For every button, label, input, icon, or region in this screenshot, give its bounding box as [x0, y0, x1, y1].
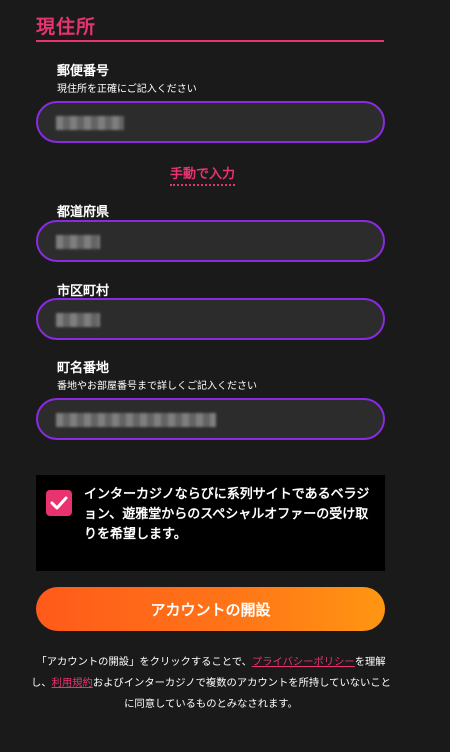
consent-checkbox[interactable] [46, 490, 72, 516]
postal-code-redacted-value [56, 116, 124, 130]
manual-entry-link[interactable]: 手動で入力 [170, 163, 236, 186]
consent-box: インターカジノならびに系列サイトであるベラジョン、遊雅堂からのスペシャルオファー… [36, 475, 385, 571]
street-hint: 番地やお部屋番号まで詳しくご記入ください [57, 381, 257, 392]
street-redacted-value [56, 413, 216, 427]
terms-link[interactable]: 利用規約 [52, 677, 93, 689]
notice-text-1: 「アカウントの開設」をクリックすることで、 [36, 656, 252, 668]
privacy-policy-link[interactable]: プライバシーポリシー [252, 656, 355, 668]
open-account-button[interactable]: アカウントの開設 [36, 587, 385, 631]
consent-text: インターカジノならびに系列サイトであるベラジョン、遊雅堂からのスペシャルオファー… [84, 487, 370, 542]
city-label: 市区町村 [57, 284, 110, 299]
notice-text-3: およびインターカジノで複数のアカウントを所持していないことに同意しているものとみ… [92, 677, 391, 710]
street-label: 町名番地 [57, 361, 110, 376]
prefecture-redacted-value [56, 235, 100, 249]
postal-code-hint: 現住所を正確にご記入ください [57, 84, 197, 95]
section-title: 現住所 [36, 16, 97, 38]
checkmark-icon [50, 496, 68, 510]
prefecture-input[interactable] [36, 220, 385, 262]
prefecture-label: 都道府県 [57, 205, 110, 220]
postal-code-input[interactable] [36, 101, 385, 143]
city-input[interactable] [36, 298, 385, 340]
title-divider [36, 40, 384, 42]
terms-notice: 「アカウントの開設」をクリックすることで、プライバシーポリシーを理解し、利用規約… [30, 652, 392, 715]
street-input[interactable] [36, 398, 385, 440]
city-redacted-value [56, 313, 100, 327]
postal-code-label: 郵便番号 [57, 64, 110, 79]
